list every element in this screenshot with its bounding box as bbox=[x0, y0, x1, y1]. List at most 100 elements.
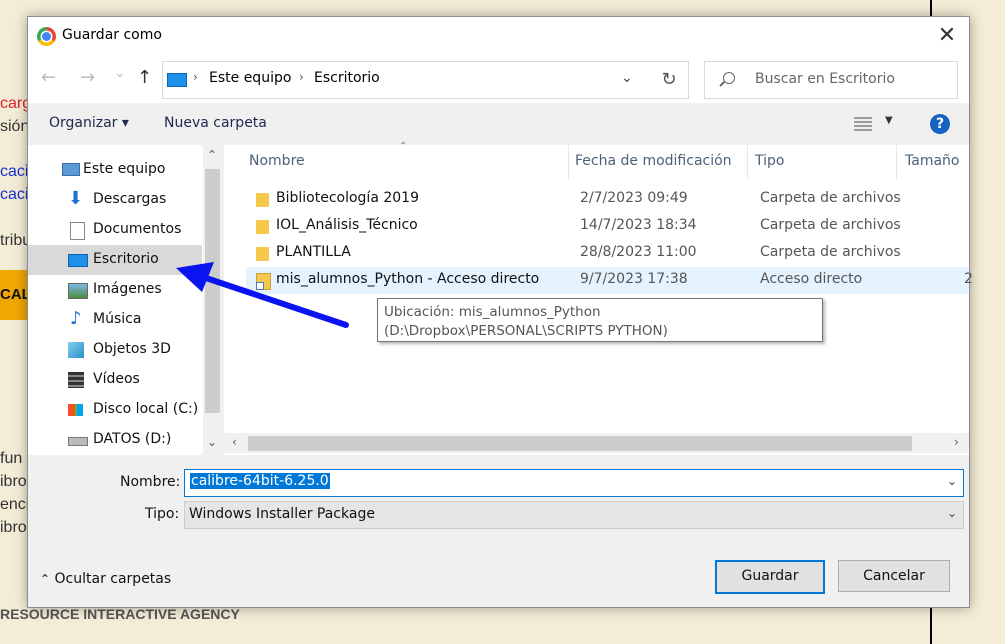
desktop-icon bbox=[167, 73, 187, 87]
cancel-button[interactable]: Cancelar bbox=[838, 560, 950, 592]
sidebar-item-videos[interactable]: Vídeos bbox=[28, 365, 202, 395]
column-divider[interactable] bbox=[747, 145, 748, 179]
file-name: mis_alumnos_Python - Acceso directo bbox=[276, 271, 540, 287]
chevron-down-icon[interactable]: ⌄ bbox=[207, 435, 217, 449]
filetype-label: Tipo: bbox=[145, 506, 180, 522]
shortcut-icon bbox=[256, 273, 271, 290]
column-divider[interactable] bbox=[896, 145, 897, 179]
sidebar-item-label: DATOS (D:) bbox=[93, 431, 172, 447]
sidebar-item-descargas[interactable]: ⬇ Descargas bbox=[28, 185, 202, 215]
background-footer: RESOURCE INTERACTIVE AGENCY bbox=[0, 606, 240, 622]
sidebar-item-label: Imágenes bbox=[93, 281, 162, 297]
hide-folders-label: Ocultar carpetas bbox=[54, 571, 172, 587]
background-banner: CAL bbox=[0, 270, 27, 320]
chevron-down-icon[interactable]: ⌄ bbox=[947, 506, 957, 520]
pictures-icon bbox=[68, 283, 88, 299]
filetype-select[interactable]: Windows Installer Package ⌄ bbox=[184, 501, 964, 529]
documents-icon bbox=[70, 222, 85, 240]
address-bar[interactable]: › Este equipo › Escritorio ⌄ bbox=[162, 61, 652, 99]
sidebar-item-musica[interactable]: ♪ Música bbox=[28, 305, 202, 335]
column-header-type[interactable]: Tipo bbox=[755, 153, 784, 169]
scrollbar-thumb[interactable] bbox=[248, 436, 912, 451]
background-link-2[interactable]: caci bbox=[0, 186, 28, 204]
sidebar-item-este-equipo[interactable]: Este equipo bbox=[28, 155, 202, 185]
table-row[interactable]: Bibliotecología 2019 2/7/2023 09:49 Carp… bbox=[246, 186, 969, 213]
save-button[interactable]: Guardar bbox=[715, 560, 825, 594]
chevron-left-icon[interactable]: ‹ bbox=[232, 435, 237, 449]
chevron-down-icon[interactable]: ⌄ bbox=[947, 474, 957, 488]
objects3d-icon bbox=[68, 342, 84, 358]
column-header-date[interactable]: Fecha de modificación bbox=[575, 153, 732, 169]
sidebar-item-disco-local[interactable]: Disco local (C:) bbox=[28, 395, 202, 425]
file-type: Acceso directo bbox=[760, 271, 863, 287]
videos-icon bbox=[68, 372, 84, 388]
back-icon[interactable]: ← bbox=[41, 67, 56, 88]
file-date: 28/8/2023 11:00 bbox=[580, 244, 697, 260]
filename-field[interactable]: calibre-64bit-6.25.0 ⌄ bbox=[184, 469, 964, 497]
background-text-5: ibro bbox=[0, 473, 27, 490]
filename-label: Nombre: bbox=[120, 474, 181, 490]
column-header-name[interactable]: Nombre bbox=[249, 153, 305, 169]
sidebar-item-datos[interactable]: DATOS (D:) bbox=[28, 425, 202, 455]
sidebar-item-objetos-3d[interactable]: Objetos 3D bbox=[28, 335, 202, 365]
sidebar-item-label: Disco local (C:) bbox=[93, 401, 199, 417]
folder-icon bbox=[256, 193, 269, 207]
horizontal-scrollbar[interactable]: ‹ › bbox=[224, 433, 969, 453]
drive-icon bbox=[68, 404, 83, 416]
sidebar-item-escritorio[interactable]: Escritorio bbox=[28, 245, 202, 275]
sort-ascending-icon: ⌃ bbox=[399, 141, 408, 152]
table-row[interactable]: mis_alumnos_Python - Acceso directo 9/7/… bbox=[246, 267, 973, 294]
help-icon[interactable]: ? bbox=[930, 114, 950, 134]
dialog-title: Guardar como bbox=[62, 27, 162, 43]
sidebar-item-label: Este equipo bbox=[83, 161, 166, 177]
filename-value: calibre-64bit-6.25.0 bbox=[190, 473, 330, 489]
file-date: 9/7/2023 17:38 bbox=[580, 271, 688, 287]
navigation-scrollbar[interactable]: ⌃ ⌄ bbox=[203, 145, 222, 455]
table-row[interactable]: IOL_Análisis_Técnico 14/7/2023 18:34 Car… bbox=[246, 213, 969, 240]
file-type: Carpeta de archivos bbox=[760, 244, 901, 260]
chevron-right-icon[interactable]: › bbox=[954, 435, 959, 449]
background-text-2: sión bbox=[0, 118, 30, 135]
filetype-value: Windows Installer Package bbox=[189, 506, 375, 522]
background-link-1[interactable]: caci bbox=[0, 163, 28, 181]
music-icon: ♪ bbox=[70, 308, 82, 329]
breadcrumb-separator: › bbox=[299, 70, 304, 84]
chevron-down-icon[interactable]: ⌄ bbox=[621, 70, 633, 86]
sidebar-item-label: Escritorio bbox=[93, 251, 159, 267]
navigation-pane: Este equipo ⬇ Descargas Documentos Escri… bbox=[28, 145, 222, 455]
forward-icon[interactable]: → bbox=[80, 67, 95, 88]
breadcrumb-separator: › bbox=[193, 70, 198, 84]
file-name: PLANTILLA bbox=[276, 244, 351, 260]
breadcrumb-este-equipo[interactable]: Este equipo bbox=[209, 70, 291, 86]
refresh-icon[interactable]: ↻ bbox=[650, 61, 689, 99]
background-text-7: ibro bbox=[0, 519, 27, 536]
chevron-up-icon[interactable]: ⌃ bbox=[207, 148, 217, 162]
close-icon[interactable]: ✕ bbox=[932, 23, 962, 49]
up-icon[interactable]: ↑ bbox=[137, 67, 152, 88]
download-icon: ⬇ bbox=[68, 188, 84, 209]
sidebar-item-label: Descargas bbox=[93, 191, 167, 207]
file-size: 2 bbox=[964, 271, 973, 287]
file-date: 2/7/2023 09:49 bbox=[580, 190, 688, 206]
new-folder-button[interactable]: Nueva carpeta bbox=[164, 115, 267, 131]
folder-icon bbox=[256, 247, 269, 261]
chevron-up-icon: ⌃ bbox=[40, 572, 51, 586]
navigation-bar: ← → ⌄ ↑ › Este equipo › Escritorio ⌄ ↻ B… bbox=[28, 55, 969, 103]
command-bar: Organizar ▾ Nueva carpeta ▼ ? bbox=[28, 103, 969, 145]
computer-icon bbox=[62, 163, 80, 176]
search-input[interactable]: Buscar en Escritorio bbox=[704, 61, 958, 99]
organize-button[interactable]: Organizar ▾ bbox=[49, 115, 129, 131]
column-header-size[interactable]: Tamaño bbox=[905, 153, 959, 169]
breadcrumb-escritorio[interactable]: Escritorio bbox=[314, 70, 380, 86]
recent-locations-icon[interactable]: ⌄ bbox=[114, 65, 126, 81]
sidebar-item-label: Objetos 3D bbox=[93, 341, 171, 357]
sidebar-item-imagenes[interactable]: Imágenes bbox=[28, 275, 202, 305]
column-divider[interactable] bbox=[568, 145, 569, 179]
table-row[interactable]: PLANTILLA 28/8/2023 11:00 Carpeta de arc… bbox=[246, 240, 969, 267]
scrollbar-thumb[interactable] bbox=[205, 169, 220, 413]
sidebar-item-label: Documentos bbox=[93, 221, 182, 237]
chevron-down-icon[interactable]: ▼ bbox=[885, 115, 893, 126]
sidebar-item-documentos[interactable]: Documentos bbox=[28, 215, 202, 245]
hide-folders-button[interactable]: ⌃ Ocultar carpetas bbox=[40, 571, 171, 587]
view-options-icon[interactable] bbox=[854, 117, 872, 131]
